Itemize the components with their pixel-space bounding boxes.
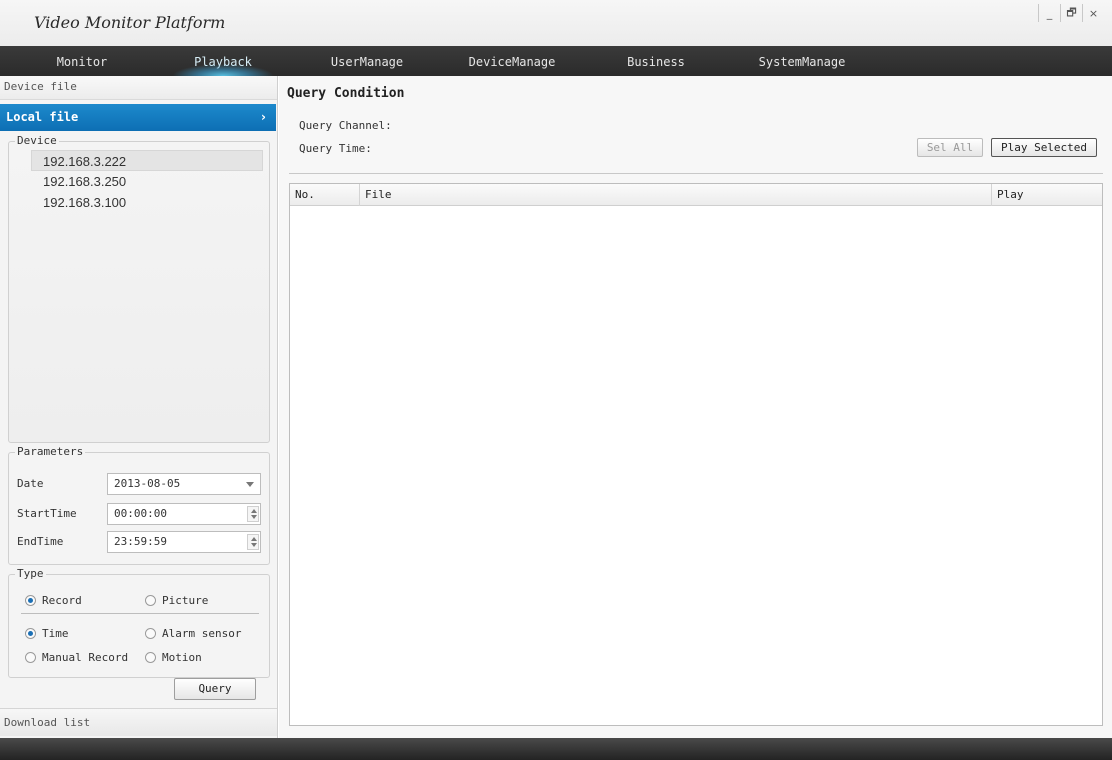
device-item[interactable]: 192.168.3.250: [9, 171, 269, 192]
radio-icon: [145, 594, 156, 606]
device-item[interactable]: 192.168.3.222: [31, 150, 263, 171]
motion-label: Motion: [162, 650, 202, 664]
left-panel: Device file Local file › Device 192.168.…: [0, 76, 278, 738]
menu-business[interactable]: Business: [624, 46, 688, 76]
end-time-row: EndTime 23:59:59: [17, 531, 267, 553]
status-bar: [0, 738, 1112, 760]
radio-icon: [145, 627, 156, 639]
picture-radio[interactable]: Picture: [145, 592, 208, 608]
alarm-sensor-label: Alarm sensor: [162, 626, 242, 640]
divider: [289, 173, 1103, 174]
type-group: Type Record Picture Time Alarm sensor Ma…: [8, 567, 270, 678]
local-file-label: Local file: [6, 110, 79, 124]
device-item[interactable]: 192.168.3.100: [9, 192, 269, 213]
manual-record-radio[interactable]: Manual Record: [25, 649, 128, 665]
window-controls: _ 🗗 ×: [1038, 4, 1104, 22]
file-table: No. File Play: [289, 183, 1103, 726]
radio-icon: [145, 651, 156, 663]
main-panel: Query Condition Query Channel: Query Tim…: [279, 76, 1112, 738]
date-row: Date 2013-08-05: [17, 473, 267, 495]
column-header-file[interactable]: File: [360, 184, 992, 206]
alarm-sensor-radio[interactable]: Alarm sensor: [145, 625, 241, 641]
start-time-label: StartTime: [17, 507, 77, 520]
device-group-label: Device: [15, 134, 59, 147]
manual-record-label: Manual Record: [42, 650, 129, 664]
end-time-input[interactable]: 23:59:59: [107, 531, 261, 553]
parameters-group: Parameters Date 2013-08-05 StartTime 00:…: [8, 445, 270, 565]
motion-radio[interactable]: Motion: [145, 649, 202, 665]
menu-systemmanage[interactable]: SystemManage: [754, 46, 850, 76]
play-selected-button[interactable]: Play Selected: [991, 138, 1097, 157]
end-time-label: EndTime: [17, 535, 64, 548]
time-label: Time: [42, 626, 69, 640]
column-header-play[interactable]: Play: [992, 184, 1102, 206]
menu-playback[interactable]: Playback: [172, 46, 274, 76]
spinner-icon[interactable]: [247, 506, 259, 522]
title-bar: Video Monitor Platform _ 🗗 ×: [0, 0, 1112, 46]
app-title: Video Monitor Platform: [34, 13, 226, 32]
date-dropdown[interactable]: 2013-08-05: [107, 473, 261, 495]
date-label: Date: [17, 477, 44, 490]
device-group: Device 192.168.3.222 192.168.3.250 192.1…: [8, 134, 270, 443]
close-icon[interactable]: ×: [1082, 4, 1104, 22]
query-condition-title: Query Condition: [287, 86, 405, 101]
record-radio[interactable]: Record: [25, 592, 82, 608]
date-value: 2013-08-05: [114, 477, 181, 490]
end-time-value: 23:59:59: [114, 535, 167, 548]
sel-all-button[interactable]: Sel All: [917, 138, 983, 157]
device-list: 192.168.3.222 192.168.3.250 192.168.3.10…: [9, 150, 269, 213]
main-menu-bar: Monitor Playback UserManage DeviceManage…: [0, 46, 1112, 76]
spinner-icon[interactable]: [247, 534, 259, 550]
query-time-label: Query Time:: [299, 142, 372, 155]
start-time-input[interactable]: 00:00:00: [107, 503, 261, 525]
download-list-header[interactable]: Download list: [0, 708, 277, 736]
record-label: Record: [42, 593, 82, 607]
menu-devicemanage[interactable]: DeviceManage: [464, 46, 560, 76]
column-header-no[interactable]: No.: [290, 184, 360, 206]
table-header: No. File Play: [290, 184, 1102, 206]
local-file-header[interactable]: Local file ›: [0, 104, 276, 131]
radio-checked-icon: [25, 594, 36, 606]
picture-label: Picture: [162, 593, 209, 607]
restore-icon[interactable]: 🗗: [1060, 4, 1082, 22]
query-button[interactable]: Query: [174, 678, 256, 700]
radio-icon: [25, 651, 36, 663]
start-time-value: 00:00:00: [114, 507, 167, 520]
chevron-down-icon: [246, 482, 254, 487]
query-channel-label: Query Channel:: [299, 119, 392, 132]
start-time-row: StartTime 00:00:00: [17, 503, 267, 525]
radio-checked-icon: [25, 627, 36, 639]
divider: [21, 613, 259, 614]
parameters-label: Parameters: [15, 445, 86, 458]
minimize-icon[interactable]: _: [1038, 4, 1060, 22]
menu-monitor[interactable]: Monitor: [52, 46, 112, 76]
time-radio[interactable]: Time: [25, 625, 69, 641]
menu-usermanage[interactable]: UserManage: [328, 46, 406, 76]
device-file-header[interactable]: Device file: [0, 76, 277, 100]
type-label: Type: [15, 567, 46, 580]
chevron-right-icon: ›: [261, 110, 266, 124]
